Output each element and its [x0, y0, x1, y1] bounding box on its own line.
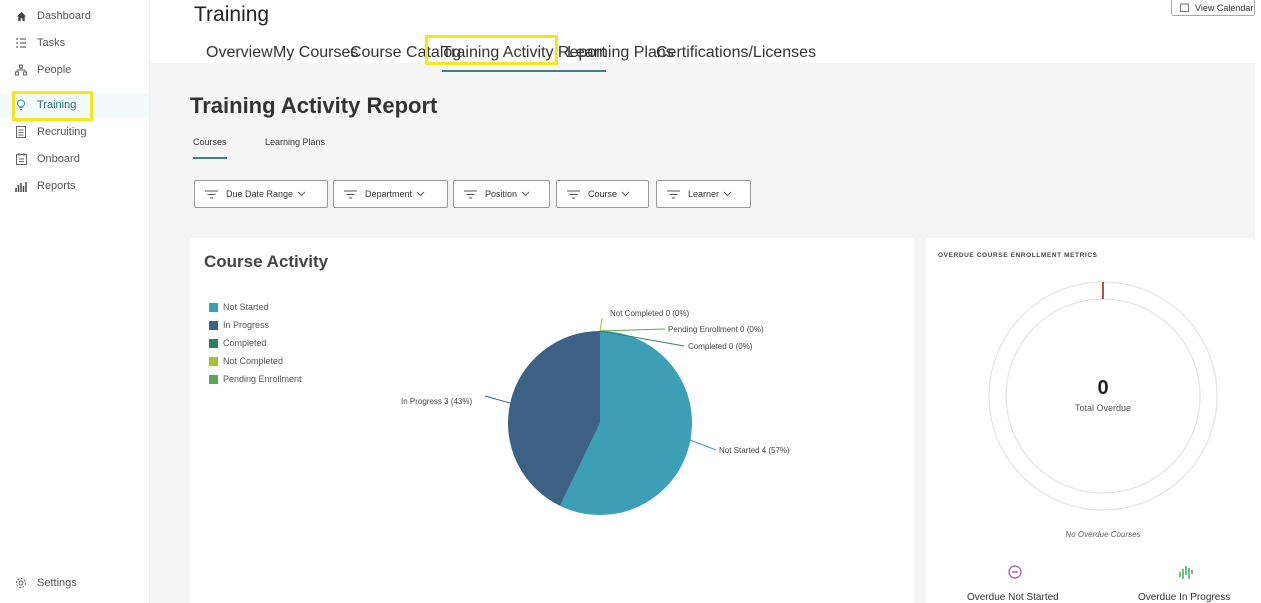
main-content: Training View Calendar Overview My Cours… — [150, 0, 1255, 603]
home-icon — [14, 9, 28, 23]
overdue-not-started-label: Overdue Not Started — [967, 592, 1059, 603]
filter-position[interactable]: Position — [453, 180, 550, 208]
clipboard-icon — [14, 125, 28, 139]
subtab-learning-plans[interactable]: Learning Plans — [265, 137, 325, 157]
no-overdue-text: No Overdue Courses — [1065, 530, 1141, 539]
course-activity-card: Course Activity Not Started In Progress … — [190, 238, 914, 603]
sidebar-item-settings[interactable]: Settings — [0, 571, 149, 595]
view-calendar-button[interactable]: View Calendar — [1171, 0, 1255, 16]
sidebar-item-recruiting[interactable]: Recruiting — [0, 120, 149, 144]
settings-label: Settings — [37, 577, 77, 589]
filter-label: Due Date Range — [226, 189, 294, 199]
sidebar-item-reports[interactable]: Reports — [0, 174, 149, 198]
pie-label-pending-enrollment: Pending Enrollment 0 (0%) — [668, 325, 764, 334]
pie-chart — [484, 317, 717, 515]
overdue-ring — [988, 281, 1218, 511]
subtab-courses[interactable]: Courses — [193, 137, 227, 159]
chevron-down-icon — [297, 191, 306, 197]
tab-my-courses[interactable]: My Courses — [273, 38, 358, 70]
gear-icon — [14, 576, 28, 590]
pie-label-not-completed: Not Completed 0 (0%) — [610, 309, 690, 318]
sidebar-item-label: People — [37, 64, 72, 76]
chevron-down-icon — [521, 191, 530, 197]
chevron-down-icon — [621, 191, 630, 197]
tab-overview[interactable]: Overview — [206, 38, 273, 70]
chevron-down-icon — [416, 191, 425, 197]
filter-due-date-range[interactable]: Due Date Range — [194, 180, 328, 208]
filter-icon — [567, 190, 580, 199]
view-calendar-label: View Calendar — [1195, 2, 1254, 13]
sidebar-item-onboard[interactable]: Onboard — [0, 147, 149, 171]
filter-course[interactable]: Course — [556, 180, 649, 208]
calendar-icon — [1180, 3, 1189, 12]
minus-circle-icon — [1008, 565, 1022, 579]
sidebar-item-label: Tasks — [37, 37, 66, 49]
filter-icon — [205, 190, 218, 199]
progress-wave-icon — [1179, 564, 1193, 580]
sidebar: Dashboard Tasks People Training Recruiti… — [0, 0, 150, 603]
sidebar-item-people[interactable]: People — [0, 58, 149, 82]
lightbulb-icon — [14, 98, 28, 112]
filter-label: Course — [588, 189, 618, 199]
sidebar-item-training[interactable]: Training — [0, 93, 149, 117]
people-icon — [14, 63, 28, 77]
filter-label: Department — [365, 189, 413, 199]
pie-label-in-progress: In Progress 3 (43%) — [401, 397, 473, 406]
pie-label-not-started: Not Started 4 (57%) — [719, 446, 790, 455]
filter-icon — [464, 190, 477, 199]
sidebar-item-label: Recruiting — [37, 126, 87, 138]
overdue-metrics-card: OVERDUE COURSE ENROLLMENT METRICS 0 Tota… — [926, 238, 1255, 603]
filter-label: Learner — [688, 189, 720, 199]
sidebar-item-label: Reports — [37, 180, 76, 192]
overdue-in-progress-label: Overdue In Progress — [1138, 592, 1231, 603]
tab-certifications-licenses[interactable]: Certifications/Licenses — [656, 38, 816, 70]
filter-icon — [667, 190, 680, 199]
filter-label: Position — [485, 189, 518, 199]
top-bar: Training View Calendar Overview My Cours… — [150, 0, 1255, 72]
sidebar-item-label: Dashboard — [37, 10, 91, 22]
filter-icon — [344, 190, 357, 199]
report-title: Training Activity Report — [190, 93, 438, 118]
total-overdue-label: Total Overdue — [1074, 403, 1132, 413]
sidebar-item-tasks[interactable]: Tasks — [0, 31, 149, 55]
sidebar-item-label: Onboard — [37, 153, 80, 165]
chevron-down-icon — [723, 191, 732, 197]
tasks-icon — [14, 36, 28, 50]
total-overdue-value: 0 — [1097, 377, 1109, 399]
pie-label-completed: Completed 0 (0%) — [688, 342, 753, 351]
bar-chart-icon — [14, 179, 28, 193]
page-title: Training — [194, 3, 270, 26]
filter-learner[interactable]: Learner — [656, 180, 751, 208]
sidebar-item-dashboard[interactable]: Dashboard — [0, 4, 149, 28]
sidebar-item-label: Training — [37, 99, 77, 111]
filter-department[interactable]: Department — [333, 180, 448, 208]
onboard-icon — [14, 152, 28, 166]
